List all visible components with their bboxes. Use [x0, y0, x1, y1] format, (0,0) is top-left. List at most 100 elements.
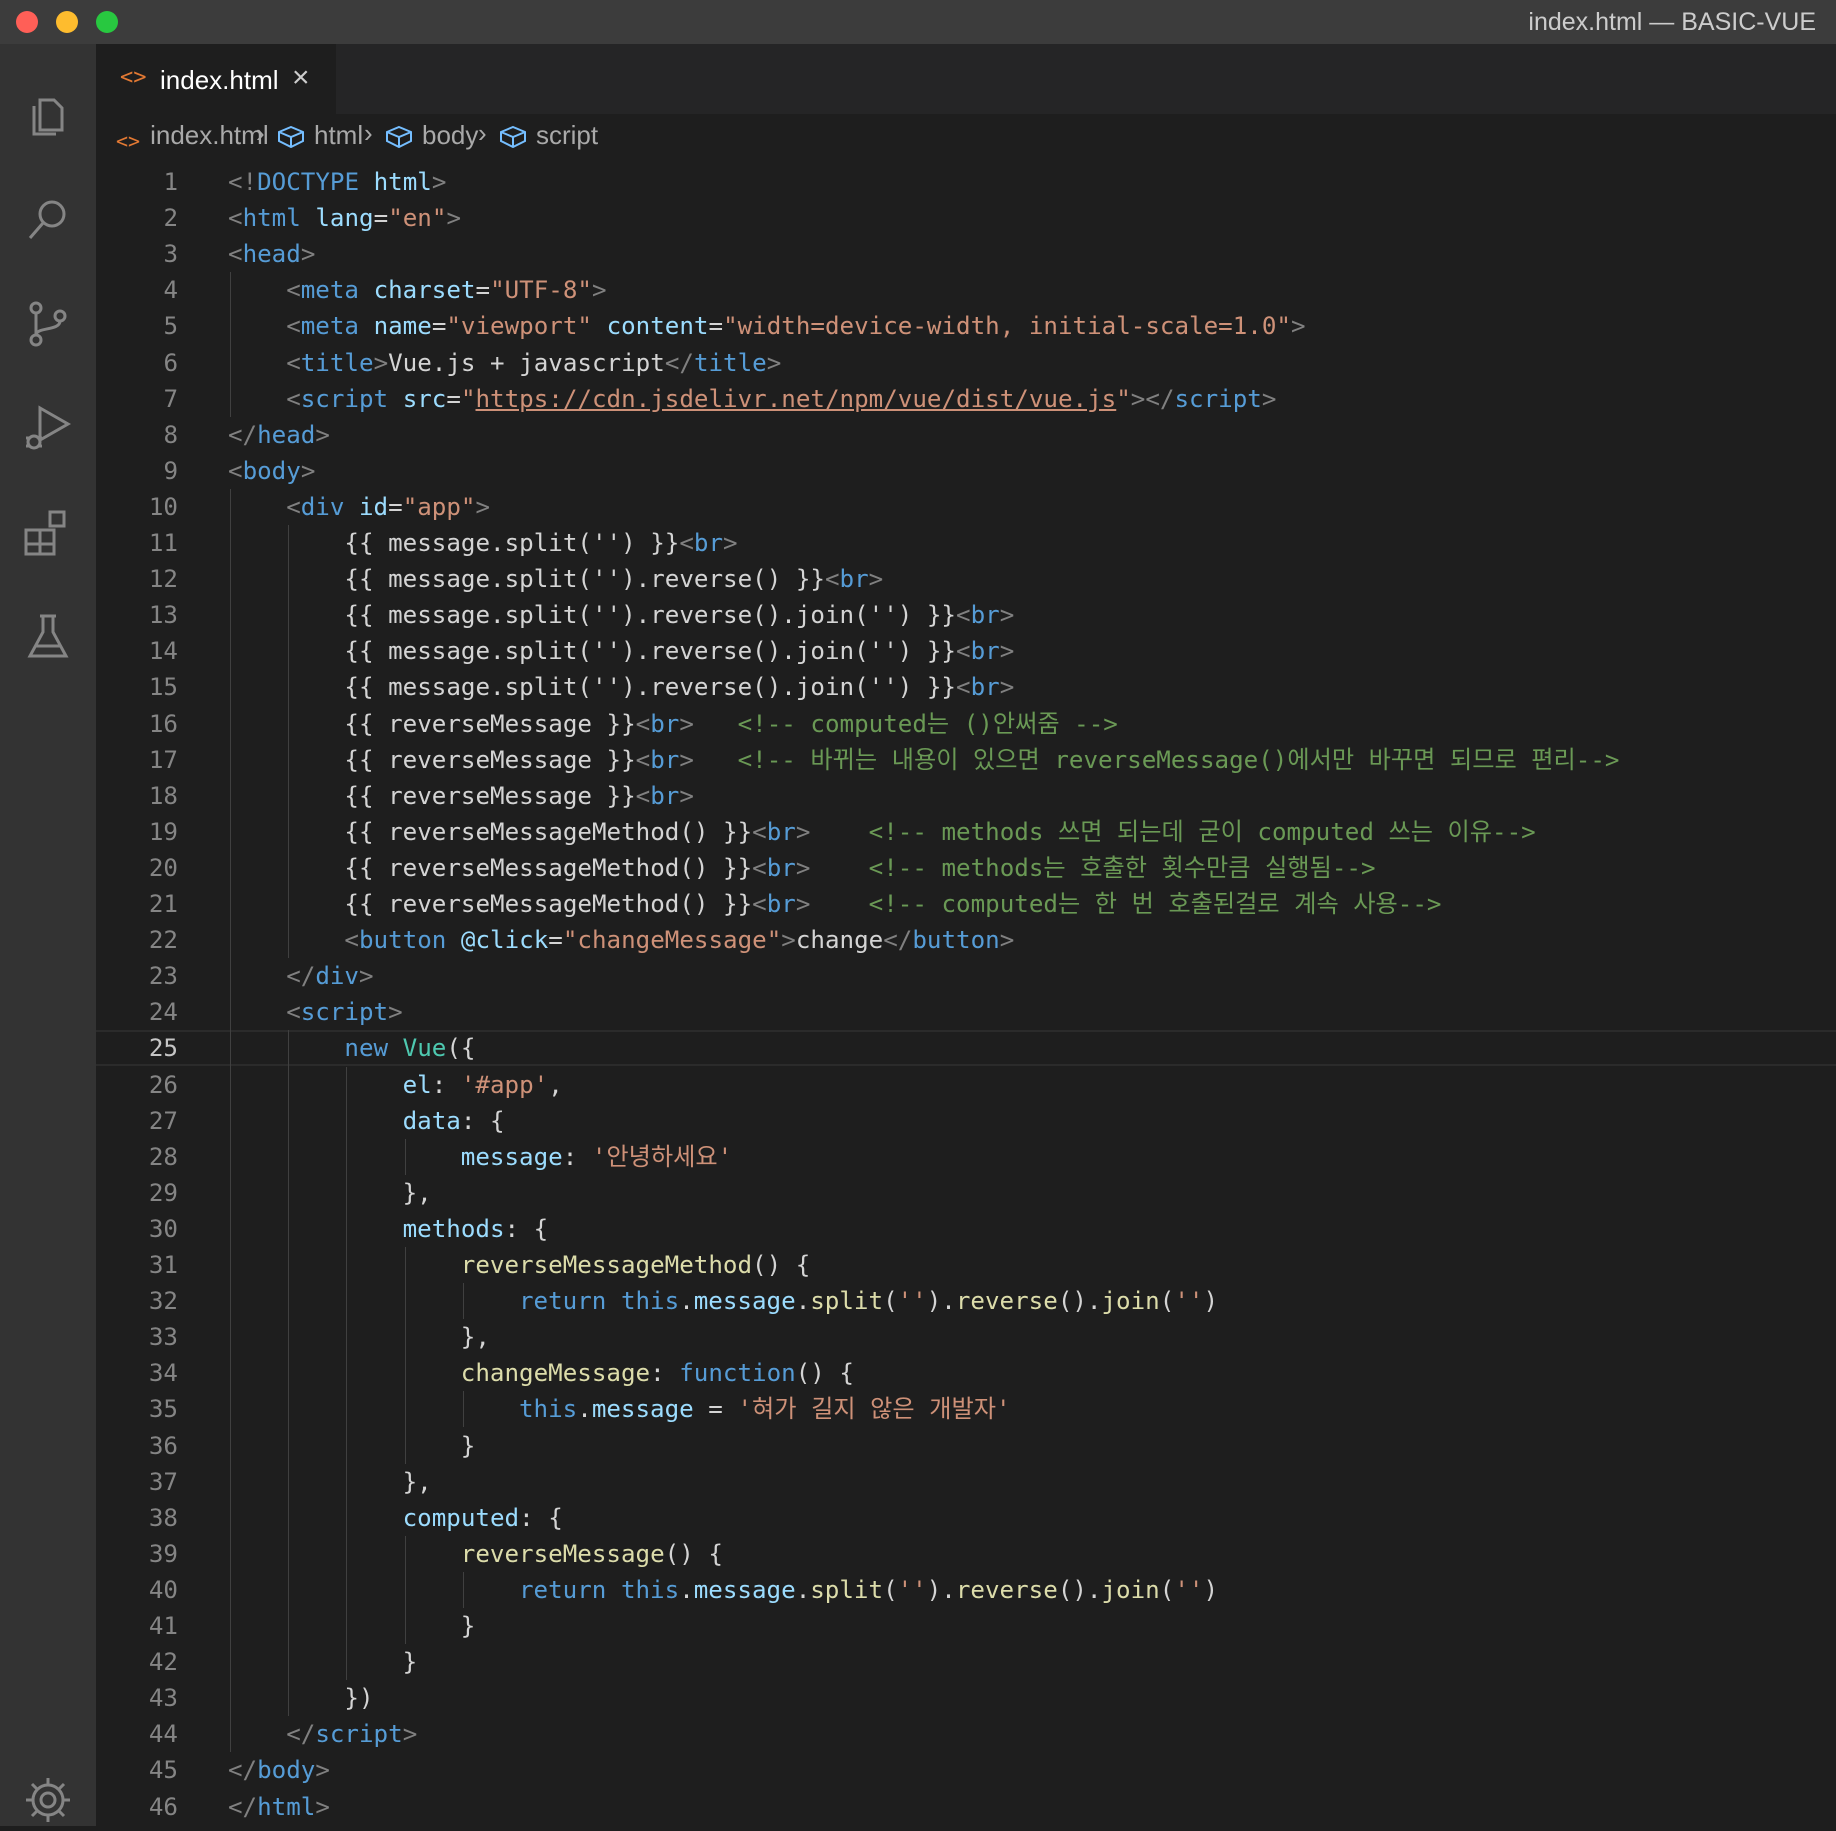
code-token: ): [1203, 1287, 1218, 1316]
code-line[interactable]: 34 changeMessage: function() {: [96, 1355, 1836, 1391]
code-line[interactable]: 42}: [96, 1644, 1836, 1680]
search-icon[interactable]: [22, 194, 74, 246]
code-line[interactable]: 41}: [96, 1608, 1836, 1644]
code-line[interactable]: 32 return this.message.split('').reverse(…: [96, 1283, 1836, 1319]
code-line[interactable]: 15 {{ message.split('').reverse().join(''…: [96, 669, 1836, 705]
code-line[interactable]: 11 {{ message.split('') }}<br>: [96, 525, 1836, 561]
code-token: <: [635, 745, 651, 774]
code-line[interactable]: 37},: [96, 1464, 1836, 1500]
code-token: >: [315, 1792, 330, 1821]
code-line[interactable]: 3 <head>: [96, 236, 1836, 272]
code-token: >: [999, 601, 1015, 630]
code-line[interactable]: 7 <script src="https://cdn.jsdelivr.net/n…: [96, 381, 1836, 417]
code-line[interactable]: 33},: [96, 1319, 1836, 1355]
code-token: {{ reverseMessage }}: [344, 709, 636, 738]
code-line[interactable]: 25 new Vue({: [96, 1030, 1836, 1067]
code-line[interactable]: 4 <meta charset="UTF-8">: [96, 272, 1836, 308]
code-text: message: '안녕하세요': [461, 1139, 732, 1175]
settings-gear-icon[interactable]: [22, 1774, 74, 1826]
code-line[interactable]: 27 data: {: [96, 1103, 1836, 1139]
code-line[interactable]: 9 <body>: [96, 453, 1836, 489]
code-line[interactable]: 23 </div>: [96, 958, 1836, 994]
code-line[interactable]: 14 {{ message.split('').reverse().join(''…: [96, 633, 1836, 669]
code-token: </: [664, 348, 694, 377]
code-line[interactable]: 39 reverseMessage() {: [96, 1536, 1836, 1572]
code-line[interactable]: 21 {{ reverseMessageMethod() }}<br> <!-- …: [96, 886, 1836, 922]
code-line[interactable]: 20 {{ reverseMessageMethod() }}<br> <!-- …: [96, 850, 1836, 886]
code-line[interactable]: 26 el: '#app',: [96, 1067, 1836, 1103]
code-line[interactable]: 31 reverseMessageMethod() {: [96, 1247, 1836, 1283]
code-line[interactable]: 2 <html lang="en">: [96, 200, 1836, 236]
code-token: :: [650, 1359, 680, 1388]
tab-label: index.html: [160, 65, 279, 95]
run-debug-icon[interactable]: [22, 402, 74, 454]
breadcrumb-item-script[interactable]: script: [500, 120, 598, 151]
line-number: 14: [148, 637, 178, 666]
code-token: message: [693, 1287, 796, 1316]
tab-bar: <> index.html ×: [96, 44, 1836, 115]
code-token: br: [693, 529, 724, 557]
code-text: <body>: [228, 453, 315, 489]
testing-icon[interactable]: [22, 610, 74, 662]
code-line[interactable]: 10 <div id="app">: [96, 489, 1836, 525]
code-line[interactable]: 24 <script>: [96, 994, 1836, 1030]
code-line[interactable]: 45 </body>: [96, 1752, 1836, 1788]
code-token: <: [286, 384, 301, 413]
code-line[interactable]: 38 computed: {: [96, 1500, 1836, 1536]
code-line[interactable]: 13 {{ message.split('').reverse().join(''…: [96, 597, 1836, 633]
code-token: .: [577, 1395, 592, 1424]
code-line[interactable]: 46 </html>: [96, 1789, 1836, 1825]
minimize-window-button[interactable]: [56, 11, 78, 33]
extensions-icon[interactable]: [22, 506, 74, 558]
close-window-button[interactable]: [16, 11, 38, 33]
code-line[interactable]: 43}): [96, 1680, 1836, 1716]
breadcrumb-item-body[interactable]: body: [386, 120, 478, 151]
code-token: "en": [388, 204, 447, 233]
code-token: }: [460, 1612, 476, 1640]
tab-index-html[interactable]: <> index.html ×: [96, 44, 336, 115]
code-line[interactable]: 8 </head>: [96, 417, 1836, 453]
code-line[interactable]: 44 </script>: [96, 1716, 1836, 1752]
code-line[interactable]: 18 {{ reverseMessage }}<br>: [96, 778, 1836, 814]
code-token: this: [620, 1575, 680, 1604]
code-line[interactable]: 40 return this.message.split('').reverse(…: [96, 1572, 1836, 1608]
code-editor[interactable]: 1 <!DOCTYPE html> 2 <html lang="en"> 3 <head>…: [96, 160, 1836, 1826]
code-line[interactable]: 17 {{ reverseMessage }}<br> <!-- 바뀌는 내용이 …: [96, 742, 1836, 778]
explorer-icon[interactable]: [22, 90, 74, 142]
code-token: "changeMessage": [562, 926, 782, 955]
code-token: <: [752, 890, 767, 918]
code-token: >: [999, 637, 1015, 666]
code-line[interactable]: 30 methods: {: [96, 1211, 1836, 1247]
code-token: <!-- computed는 한 번 호출된걸로 계속 사용-->: [868, 890, 1442, 918]
code-line[interactable]: 1 <!DOCTYPE html>: [96, 164, 1836, 200]
indent-guide: [462, 1571, 464, 1608]
code-line[interactable]: 35 this.message = '혀가 길지 않은 개발자': [96, 1391, 1836, 1427]
source-control-icon[interactable]: [22, 298, 74, 350]
code-token: <: [286, 276, 301, 305]
code-line[interactable]: 19 {{ reverseMessageMethod() }}<br> <!-- …: [96, 814, 1836, 850]
line-number: 13: [148, 601, 178, 630]
code-token: split: [810, 1575, 884, 1604]
code-token: meta: [300, 276, 359, 305]
code-token: >: [359, 962, 374, 991]
code-line[interactable]: 28 message: '안녕하세요': [96, 1139, 1836, 1175]
code-line[interactable]: 6 <title>Vue.js + javascript</title>: [96, 345, 1836, 381]
code-line[interactable]: 22 <button @click="changeMessage">change<…: [96, 922, 1836, 958]
code-token: join: [1101, 1287, 1160, 1316]
zoom-window-button[interactable]: [96, 11, 118, 33]
code-token: br: [970, 601, 1000, 630]
breadcrumb-label: html: [314, 120, 364, 150]
code-line[interactable]: 5 <meta name="viewport" content="width=de…: [96, 308, 1836, 344]
code-line[interactable]: 29},: [96, 1175, 1836, 1211]
code-token: =: [548, 926, 563, 955]
code-line[interactable]: 36}: [96, 1428, 1836, 1464]
code-text: el: '#app',: [403, 1067, 563, 1103]
code-token: name: [373, 312, 432, 341]
code-line[interactable]: 16 {{ reverseMessage }}<br> <!-- computed…: [96, 706, 1836, 742]
code-line[interactable]: 12 {{ message.split('').reverse() }}<br>: [96, 561, 1836, 597]
tab-close-icon[interactable]: ×: [292, 61, 310, 95]
code-text: }: [461, 1428, 476, 1464]
breadcrumb-item-file[interactable]: <> index.html: [116, 120, 269, 153]
breadcrumb-item-html[interactable]: html: [278, 120, 363, 151]
line-number: 18: [148, 781, 178, 810]
